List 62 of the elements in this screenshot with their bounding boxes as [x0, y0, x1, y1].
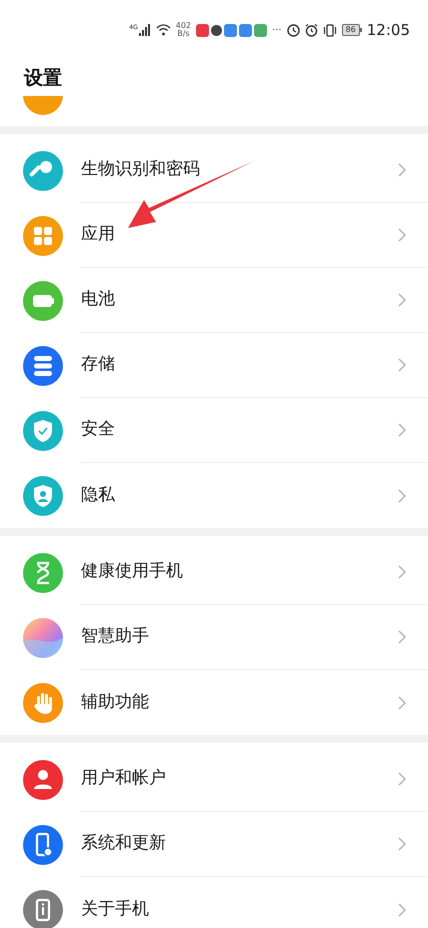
privacy-shield-icon — [23, 476, 63, 516]
chevron-right-icon — [398, 565, 406, 579]
settings-item[interactable]: 系统和更新 — [0, 812, 428, 877]
chevron-right-icon — [398, 423, 406, 437]
settings-item[interactable]: 用户和帐户 — [0, 747, 428, 812]
app-notification-icon — [224, 24, 238, 36]
chevron-right-icon — [398, 902, 406, 916]
settings-item[interactable]: 存储 — [0, 333, 428, 398]
app-notification-icon — [196, 24, 210, 36]
chevron-right-icon — [398, 696, 406, 710]
apps-icon — [23, 216, 63, 256]
item-label: 安全 — [81, 418, 116, 442]
item-label: 隐私 — [81, 484, 116, 507]
settings-item[interactable]: 安全 — [0, 398, 428, 463]
hand-icon — [23, 682, 63, 722]
item-label: 辅助功能 — [81, 690, 150, 714]
battery-icon — [23, 280, 63, 320]
alarm-icon — [304, 24, 318, 36]
phone-gear-icon — [23, 824, 63, 864]
storage-icon — [23, 346, 63, 386]
assistant-orb-icon — [23, 618, 63, 658]
network-speed-unit: B/s — [177, 30, 190, 38]
shield-icon — [23, 410, 63, 450]
item-label: 健康使用手机 — [81, 560, 184, 584]
item-label: 智慧助手 — [81, 625, 150, 648]
item-label: 生物识别和密码 — [81, 158, 201, 182]
chevron-right-icon — [398, 630, 406, 644]
settings-item[interactable]: 关于手机 — [0, 877, 428, 928]
clock-icon — [286, 24, 300, 36]
settings-item[interactable]: 健康使用手机 — [0, 540, 428, 605]
chevron-right-icon — [398, 772, 406, 786]
more-notifications: ··· — [272, 24, 282, 38]
item-label: 系统和更新 — [81, 832, 167, 856]
key-icon — [23, 150, 63, 190]
cloud-notification-icon — [239, 24, 252, 36]
item-label: 关于手机 — [81, 898, 150, 921]
chevron-right-icon — [398, 488, 406, 502]
settings-item[interactable]: 隐私 — [0, 463, 428, 528]
partial-settings-icon — [23, 96, 63, 115]
settings-item[interactable]: 电池 — [0, 268, 428, 333]
vibrate-icon — [322, 24, 337, 36]
page-title: 设置 — [24, 66, 62, 91]
chevron-right-icon — [398, 293, 406, 307]
chevron-right-icon — [398, 358, 406, 372]
chevron-right-icon — [398, 228, 406, 242]
clock-time: 12:05 — [366, 20, 410, 41]
battery-indicator: 86 — [342, 24, 362, 36]
settings-item[interactable]: 辅助功能 — [0, 670, 428, 735]
item-label: 存储 — [81, 353, 116, 376]
chevron-right-icon — [398, 837, 406, 851]
chevron-right-icon — [398, 163, 406, 177]
item-label: 应用 — [81, 223, 116, 246]
network-speed: 402 — [176, 22, 192, 30]
settings-item[interactable]: 智慧助手 — [0, 605, 428, 670]
hourglass-icon — [23, 552, 63, 592]
item-label: 电池 — [81, 288, 116, 312]
app-notification-icon — [254, 24, 268, 36]
wifi-icon — [156, 24, 171, 36]
signal-icon — [138, 24, 151, 36]
clock-notification-icon — [211, 24, 222, 36]
user-icon — [23, 760, 63, 800]
item-label: 用户和帐户 — [81, 767, 167, 790]
